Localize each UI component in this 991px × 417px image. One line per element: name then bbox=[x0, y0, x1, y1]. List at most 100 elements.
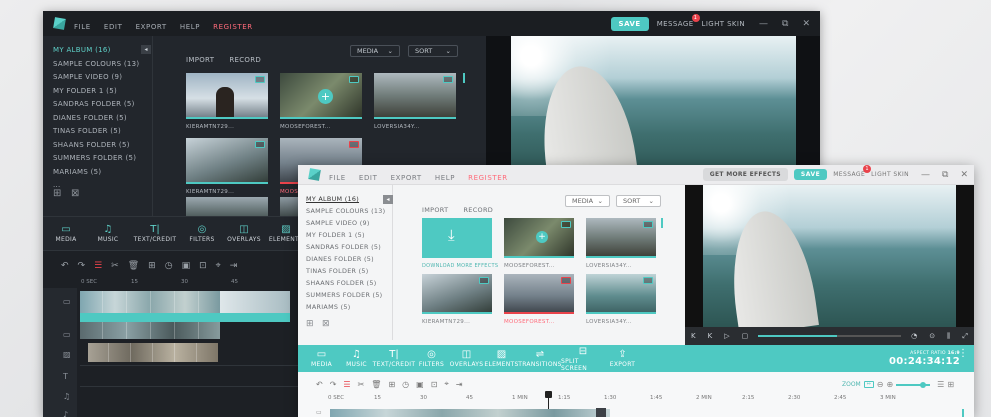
sidebar-item[interactable]: MARIAMS (5) bbox=[53, 168, 139, 176]
sidebar-item[interactable]: TINAS FOLDER (5) bbox=[306, 267, 385, 275]
download-more-effects-tile[interactable]: ⤓ DOWNLOAD MORE EFFECTS bbox=[422, 218, 498, 269]
tool-split-screen[interactable]: ⊟ SPLIT SCREEN bbox=[561, 345, 605, 372]
more-options-icon[interactable]: ⋮ bbox=[958, 349, 968, 359]
menu-file[interactable]: FILE bbox=[74, 23, 91, 31]
sidebar-item[interactable]: DIANES FOLDER (5) bbox=[306, 255, 385, 263]
close-icon[interactable]: ✕ bbox=[960, 170, 968, 180]
message-button[interactable]: MESSAGE 1 bbox=[657, 13, 700, 28]
light-skin-button[interactable]: LIGHT SKIN bbox=[871, 171, 909, 178]
tool-overlays[interactable]: ◫ OVERLAYS bbox=[225, 217, 263, 250]
zoom-out-icon[interactable]: ⊖ bbox=[877, 380, 884, 389]
playhead-handle[interactable] bbox=[545, 391, 552, 398]
tool-music[interactable]: ♫ MUSIC bbox=[339, 345, 374, 372]
maximize-icon[interactable]: ⧉ bbox=[942, 170, 948, 180]
menu-help[interactable]: HELP bbox=[180, 23, 200, 31]
mic-icon[interactable]: ◔ bbox=[911, 332, 917, 340]
grid-view-icon[interactable]: ⊞ bbox=[947, 380, 954, 389]
sidebar-item[interactable]: SANDRAS FOLDER (5) bbox=[53, 100, 139, 108]
delete-icon[interactable]: 🗑 bbox=[128, 261, 139, 271]
add-to-timeline-icon[interactable]: + bbox=[536, 231, 548, 243]
menu-edit[interactable]: EDIT bbox=[104, 23, 123, 31]
motion-icon[interactable]: ⌖ bbox=[216, 261, 221, 271]
sidebar-item[interactable]: MY FOLDER 1 (5) bbox=[306, 231, 385, 239]
motion-icon[interactable]: ⌖ bbox=[444, 379, 449, 389]
snapshot-icon[interactable]: ⊙ bbox=[929, 332, 935, 340]
sidebar-item[interactable]: SAMPLE COLOURS (13) bbox=[306, 207, 385, 215]
time-ruler[interactable]: 0 SEC 15 30 45 1 MIN 1:15 1:30 1:45 2 MI… bbox=[328, 395, 968, 401]
scrollbar[interactable] bbox=[962, 409, 964, 417]
scrollbar[interactable] bbox=[661, 218, 663, 228]
media-thumbnail[interactable]: KIERAMTN729... bbox=[422, 274, 492, 325]
sort-dropdown[interactable]: SORT ⌄ bbox=[408, 45, 458, 57]
sidebar-item[interactable]: SANDRAS FOLDER (5) bbox=[306, 243, 385, 251]
menu-export[interactable]: EXPORT bbox=[136, 23, 167, 31]
media-thumbnail[interactable]: LOVERSIA34Y... bbox=[586, 218, 656, 269]
sidebar-item[interactable]: SUMMERS FOLDER (5) bbox=[306, 291, 385, 299]
sidebar-item-my-album[interactable]: MY ALBUM (16) bbox=[306, 195, 385, 203]
cut-icon[interactable]: ✂ bbox=[111, 261, 119, 271]
menu-register[interactable]: REGISTER bbox=[213, 23, 253, 31]
collapse-sidebar-icon[interactable]: ◂ bbox=[141, 45, 151, 54]
media-thumbnail[interactable]: KIERAMTN729... bbox=[186, 73, 268, 130]
sidebar-more[interactable]: ... bbox=[53, 181, 139, 189]
tool-transitions[interactable]: ⇌ TRANSITIONS bbox=[518, 345, 561, 372]
screen-icon[interactable]: ▣ bbox=[416, 380, 424, 389]
tool-media[interactable]: ▭ MEDIA bbox=[47, 217, 85, 250]
maximize-icon[interactable]: ⧉ bbox=[782, 19, 788, 29]
delete-folder-icon[interactable]: ⊠ bbox=[322, 319, 330, 329]
tool-music[interactable]: ♫ MUSIC bbox=[89, 217, 127, 250]
tool-text-credit[interactable]: T| TEXT/CREDIT bbox=[373, 345, 415, 372]
step-back-icon[interactable]: K bbox=[708, 332, 713, 340]
tab-record[interactable]: RECORD bbox=[229, 56, 261, 64]
cut-icon[interactable]: ✂ bbox=[358, 380, 365, 389]
tool-overlays[interactable]: ◫ OVERLAYS bbox=[449, 345, 484, 372]
sidebar-item[interactable]: MY FOLDER 1 (5) bbox=[53, 87, 139, 95]
screen-icon[interactable]: ▣ bbox=[182, 261, 191, 271]
crop-icon[interactable]: ⊞ bbox=[388, 380, 395, 389]
sort-dropdown[interactable]: SORT ⌄ bbox=[616, 195, 661, 207]
fullscreen-icon[interactable]: ⤢ bbox=[962, 332, 968, 341]
tool-export[interactable]: ⇪ EXPORT bbox=[605, 345, 640, 372]
close-icon[interactable]: ✕ bbox=[802, 19, 810, 29]
media-thumbnail[interactable]: LOVERSIA34Y... bbox=[374, 73, 456, 130]
menu-help[interactable]: HELP bbox=[435, 174, 455, 182]
tool-elements[interactable]: ▨ ELEMENTS bbox=[484, 345, 519, 372]
sidebar-item[interactable]: TINAS FOLDER (5) bbox=[53, 127, 139, 135]
menu-edit[interactable]: EDIT bbox=[359, 174, 378, 182]
delete-icon[interactable]: 🗑 bbox=[371, 380, 381, 389]
tab-import[interactable]: IMPORT bbox=[422, 206, 448, 214]
adjust-icon[interactable]: ☰ bbox=[343, 380, 350, 389]
skip-back-icon[interactable]: K bbox=[691, 332, 696, 340]
freeze-icon[interactable]: ⊡ bbox=[431, 380, 438, 389]
sidebar-item[interactable]: SAMPLE VIDEO (9) bbox=[306, 219, 385, 227]
media-dropdown[interactable]: MEDIA ⌄ bbox=[565, 195, 610, 207]
sidebar-item-my-album[interactable]: MY ALBUM (16) bbox=[53, 46, 139, 54]
list-view-icon[interactable]: ☰ bbox=[937, 380, 944, 389]
tool-filters[interactable]: ◎ FILTERS bbox=[414, 345, 449, 372]
sidebar-item[interactable]: SUMMERS FOLDER (5) bbox=[53, 154, 139, 162]
split-icon[interactable]: ⇥ bbox=[230, 261, 238, 271]
volume-icon[interactable]: ⫼ bbox=[947, 332, 950, 341]
add-folder-icon[interactable]: ⊞ bbox=[306, 319, 314, 329]
speed-icon[interactable]: ◷ bbox=[165, 261, 173, 271]
media-thumbnail[interactable]: MOOSEFOREST... bbox=[504, 274, 574, 325]
play-icon[interactable]: ▷ bbox=[724, 332, 729, 340]
minimize-icon[interactable]: — bbox=[921, 170, 930, 180]
zoom-slider[interactable] bbox=[896, 381, 931, 388]
media-thumbnail[interactable]: + MOOSEFOREST... bbox=[504, 218, 574, 269]
sidebar-item[interactable]: MARIAMS (5) bbox=[306, 303, 385, 311]
zoom-in-icon[interactable]: ⊕ bbox=[886, 380, 893, 389]
save-button[interactable]: SAVE bbox=[793, 169, 828, 180]
media-thumbnail[interactable] bbox=[186, 197, 268, 217]
save-button[interactable]: SAVE bbox=[610, 16, 649, 31]
adjust-icon[interactable]: ☰ bbox=[94, 261, 102, 271]
media-dropdown[interactable]: MEDIA ⌄ bbox=[350, 45, 400, 57]
sidebar-item[interactable]: SHAANS FOLDER (5) bbox=[306, 279, 385, 287]
video-clip[interactable] bbox=[330, 409, 610, 417]
video-clip[interactable] bbox=[80, 322, 220, 339]
media-thumbnail[interactable]: + MOOSEFOREST... bbox=[280, 73, 362, 130]
stop-icon[interactable]: ▢ bbox=[742, 332, 749, 340]
menu-export[interactable]: EXPORT bbox=[391, 174, 422, 182]
tool-media[interactable]: ▭ MEDIA bbox=[304, 345, 339, 372]
split-icon[interactable]: ⇥ bbox=[456, 380, 463, 389]
